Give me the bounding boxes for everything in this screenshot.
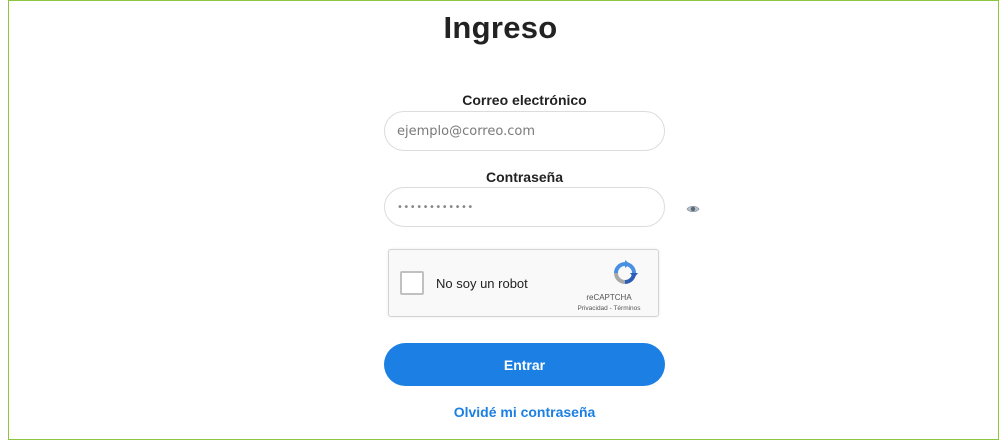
email-field[interactable] xyxy=(384,111,665,151)
password-label: Contraseña xyxy=(485,169,564,185)
recaptcha-checkbox[interactable] xyxy=(400,271,424,295)
forgot-password-link[interactable]: Olvidé mi contraseña xyxy=(384,404,665,420)
recaptcha-label: No soy un robot xyxy=(436,276,528,291)
email-label: Correo electrónico xyxy=(462,92,587,108)
page-title: Ingreso xyxy=(443,10,558,45)
recaptcha-brand: reCAPTCHA xyxy=(586,293,632,302)
submit-button[interactable]: Entrar xyxy=(384,343,665,386)
recaptcha-widget: No soy un robot reCAPTCHA Privacidad - T… xyxy=(388,249,659,317)
recaptcha-links[interactable]: Privacidad - Términos xyxy=(565,305,653,312)
password-field[interactable] xyxy=(384,187,665,227)
recaptcha-logo-icon xyxy=(614,260,638,284)
eye-icon[interactable] xyxy=(686,203,700,215)
